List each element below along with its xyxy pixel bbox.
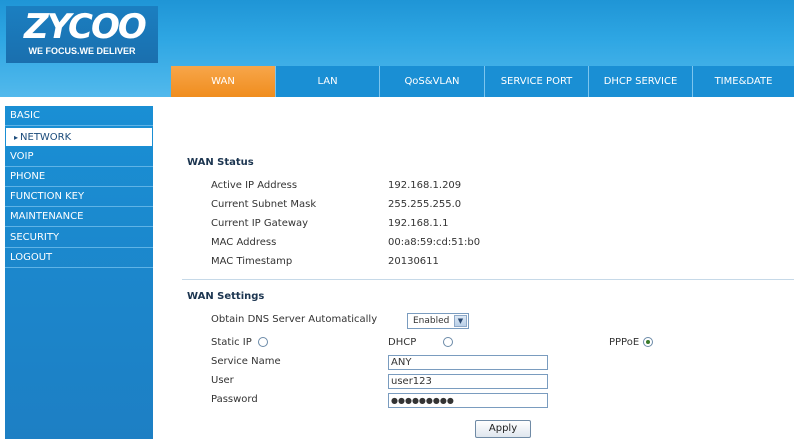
dhcp-label: DHCP (388, 337, 417, 348)
static-ip-radio[interactable] (258, 337, 268, 347)
sidebar: BASIC NETWORK VOIP PHONE FUNCTION KEY MA… (5, 106, 153, 439)
dns-auto-select[interactable]: Enabled ▼ (407, 313, 469, 329)
tab-time-date[interactable]: TIME&DATE (693, 66, 794, 97)
sidebar-item-function-key[interactable]: FUNCTION KEY (5, 187, 153, 207)
tab-lan[interactable]: LAN (276, 66, 380, 97)
sidebar-item-basic[interactable]: BASIC (5, 106, 153, 126)
logo-brand: ZYCOO (24, 7, 147, 47)
header-banner: ZYCOO WE FOCUS.WE DELIVER WAN LAN QoS&VL… (0, 0, 794, 97)
gateway-label: Current IP Gateway (211, 218, 309, 229)
user-input[interactable]: user123 (388, 374, 548, 389)
wan-status-title: WAN Status (187, 157, 254, 168)
user-label: User (211, 375, 234, 386)
mac-timestamp-value: 20130611 (388, 256, 439, 267)
pppoe-radio[interactable] (643, 337, 653, 347)
password-label: Password (211, 394, 258, 405)
tab-wan[interactable]: WAN (171, 66, 276, 97)
static-ip-label: Static IP (211, 337, 252, 348)
password-input[interactable]: ●●●●●●●●● (388, 393, 548, 408)
active-ip-value: 192.168.1.209 (388, 180, 462, 191)
pppoe-label: PPPoE (609, 337, 640, 348)
tab-qos-vlan[interactable]: QoS&VLAN (380, 66, 485, 97)
dns-auto-label: Obtain DNS Server Automatically (211, 314, 378, 325)
dhcp-radio[interactable] (443, 337, 453, 347)
sidebar-item-network[interactable]: NETWORK (5, 127, 153, 147)
active-ip-label: Active IP Address (211, 180, 298, 191)
gateway-value: 192.168.1.1 (388, 218, 449, 229)
sidebar-item-maintenance[interactable]: MAINTENANCE (5, 207, 153, 227)
service-name-label: Service Name (211, 356, 281, 367)
sidebar-item-logout[interactable]: LOGOUT (5, 248, 153, 268)
section-divider (182, 279, 794, 280)
logo: ZYCOO WE FOCUS.WE DELIVER (6, 6, 158, 63)
sidebar-item-security[interactable]: SECURITY (5, 228, 153, 248)
sidebar-item-voip[interactable]: VOIP (5, 147, 153, 167)
mac-address-label: MAC Address (211, 237, 277, 248)
subnet-mask-label: Current Subnet Mask (211, 199, 317, 210)
mac-timestamp-label: MAC Timestamp (211, 256, 293, 267)
top-tabs: WAN LAN QoS&VLAN SERVICE PORT DHCP SERVI… (171, 66, 794, 97)
service-name-input[interactable]: ANY (388, 355, 548, 370)
chevron-down-icon[interactable]: ▼ (454, 315, 467, 327)
sidebar-item-phone[interactable]: PHONE (5, 167, 153, 187)
dns-auto-value: Enabled (413, 316, 450, 326)
tab-dhcp-service[interactable]: DHCP SERVICE (589, 66, 693, 97)
wan-settings-title: WAN Settings (187, 291, 265, 302)
apply-button[interactable]: Apply (475, 420, 531, 438)
subnet-mask-value: 255.255.255.0 (388, 199, 462, 210)
tab-service-port[interactable]: SERVICE PORT (485, 66, 589, 97)
logo-tagline: WE FOCUS.WE DELIVER (28, 46, 136, 56)
mac-address-value: 00:a8:59:cd:51:b0 (388, 237, 481, 248)
